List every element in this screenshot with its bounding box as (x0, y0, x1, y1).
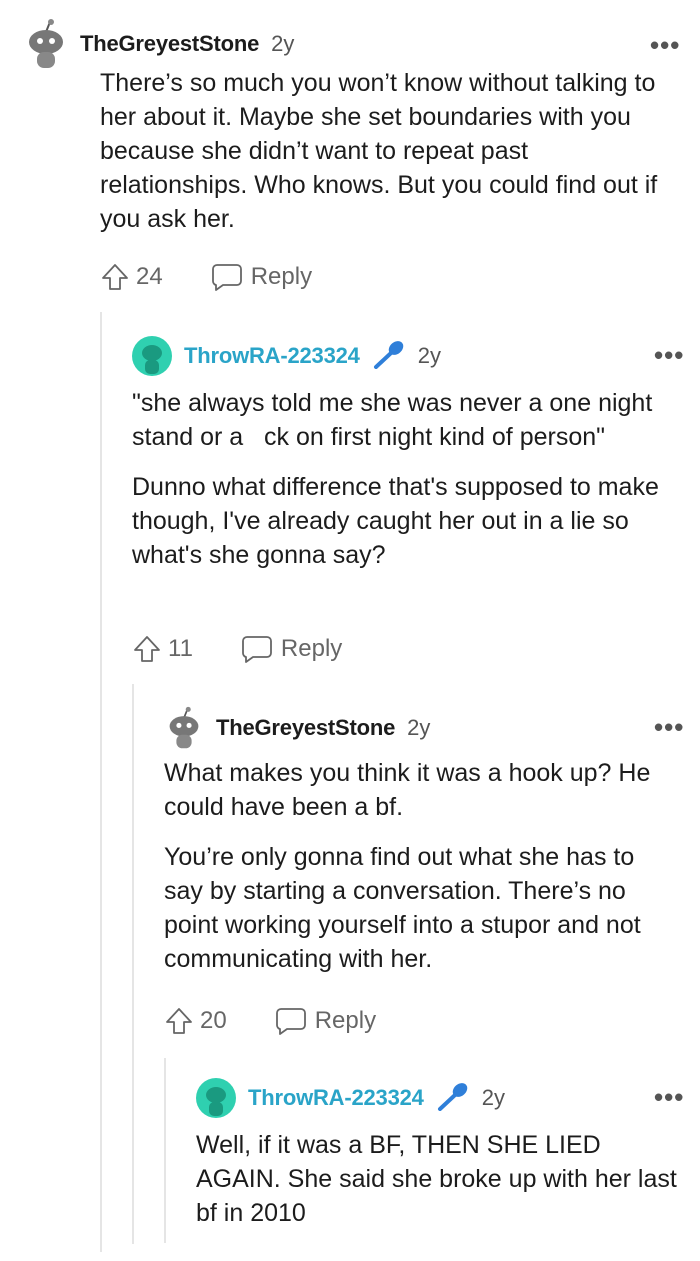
upvote-arrow-icon (102, 264, 128, 290)
timestamp: 2y (271, 31, 295, 56)
avatar[interactable] (132, 336, 172, 376)
reply-label: Reply (280, 635, 343, 662)
reply-bubble-icon (211, 264, 242, 291)
comment-header: ThrowRA-223324 2y (196, 1078, 505, 1118)
comment-body: Well, if it was a BF, THEN SHE LIED AGAI… (196, 1128, 684, 1246)
vote-count: 11 (168, 635, 193, 662)
comment-actions: 20 Reply (164, 1006, 376, 1036)
comment-paragraph: You’re only gonna find out what she has … (164, 843, 641, 973)
comment-paragraph: Well, if it was a BF, THEN SHE LIED AGAI… (196, 1131, 677, 1227)
upvote-button[interactable]: 11 (132, 634, 193, 664)
avatar[interactable] (164, 706, 204, 750)
reply-button[interactable]: Reply (275, 1006, 376, 1036)
timestamp: 2y (407, 715, 431, 740)
comment-body: What makes you think it was a hook up? H… (164, 756, 680, 992)
thread-line-level-2[interactable] (132, 684, 134, 1244)
reply-label: Reply (314, 1007, 377, 1034)
username[interactable]: TheGreyestStone (216, 715, 395, 741)
comment-header: TheGreyestStone 2y (164, 706, 430, 750)
comment-paragraph: There’s so much you won’t know without t… (100, 69, 658, 233)
microphone-icon (372, 339, 406, 374)
more-options-icon[interactable]: ••• (654, 1084, 684, 1110)
comment-body: There’s so much you won’t know without t… (100, 66, 680, 252)
snoo-avatar-icon (132, 336, 172, 376)
comment-paragraph: "she always told me she was never a one … (132, 389, 653, 451)
upvote-arrow-icon (134, 636, 160, 662)
comment-actions: 11 Reply (132, 634, 342, 664)
avatar[interactable] (196, 1078, 236, 1118)
microphone-icon (436, 1081, 470, 1116)
comment-header: TheGreyestStone 2y (24, 18, 294, 70)
snoo-avatar-icon (29, 19, 63, 68)
reply-label: Reply (250, 263, 313, 290)
comment-header: ThrowRA-223324 2y (132, 336, 441, 376)
timestamp: 2y (417, 343, 441, 368)
comment-actions: 24 Reply (100, 262, 312, 292)
snoo-avatar-icon (196, 1078, 236, 1118)
more-options-icon[interactable]: ••• (650, 32, 680, 58)
thread-line-level-1[interactable] (100, 312, 102, 1252)
vote-count: 20 (200, 1007, 227, 1034)
username[interactable]: ThrowRA-223324 (248, 1085, 424, 1111)
avatar[interactable] (24, 18, 68, 70)
thread-line-level-3[interactable] (164, 1058, 166, 1243)
reply-button[interactable]: Reply (211, 262, 312, 292)
upvote-button[interactable]: 20 (164, 1006, 227, 1036)
vote-count: 24 (136, 263, 163, 290)
username[interactable]: ThrowRA-223324 (184, 343, 360, 369)
timestamp: 2y (481, 1085, 505, 1110)
more-options-icon[interactable]: ••• (654, 714, 684, 740)
comment-body: "she always told me she was never a one … (132, 386, 680, 588)
upvote-arrow-icon (166, 1008, 192, 1034)
reply-bubble-icon (275, 1008, 306, 1035)
username[interactable]: TheGreyestStone (80, 31, 259, 57)
comment-paragraph: Dunno what difference that's supposed to… (132, 473, 659, 569)
more-options-icon[interactable]: ••• (654, 342, 684, 368)
snoo-avatar-icon (169, 706, 199, 749)
upvote-button[interactable]: 24 (100, 262, 163, 292)
comment-paragraph: What makes you think it was a hook up? H… (164, 759, 651, 821)
reply-button[interactable]: Reply (241, 634, 342, 664)
reply-bubble-icon (242, 636, 272, 663)
